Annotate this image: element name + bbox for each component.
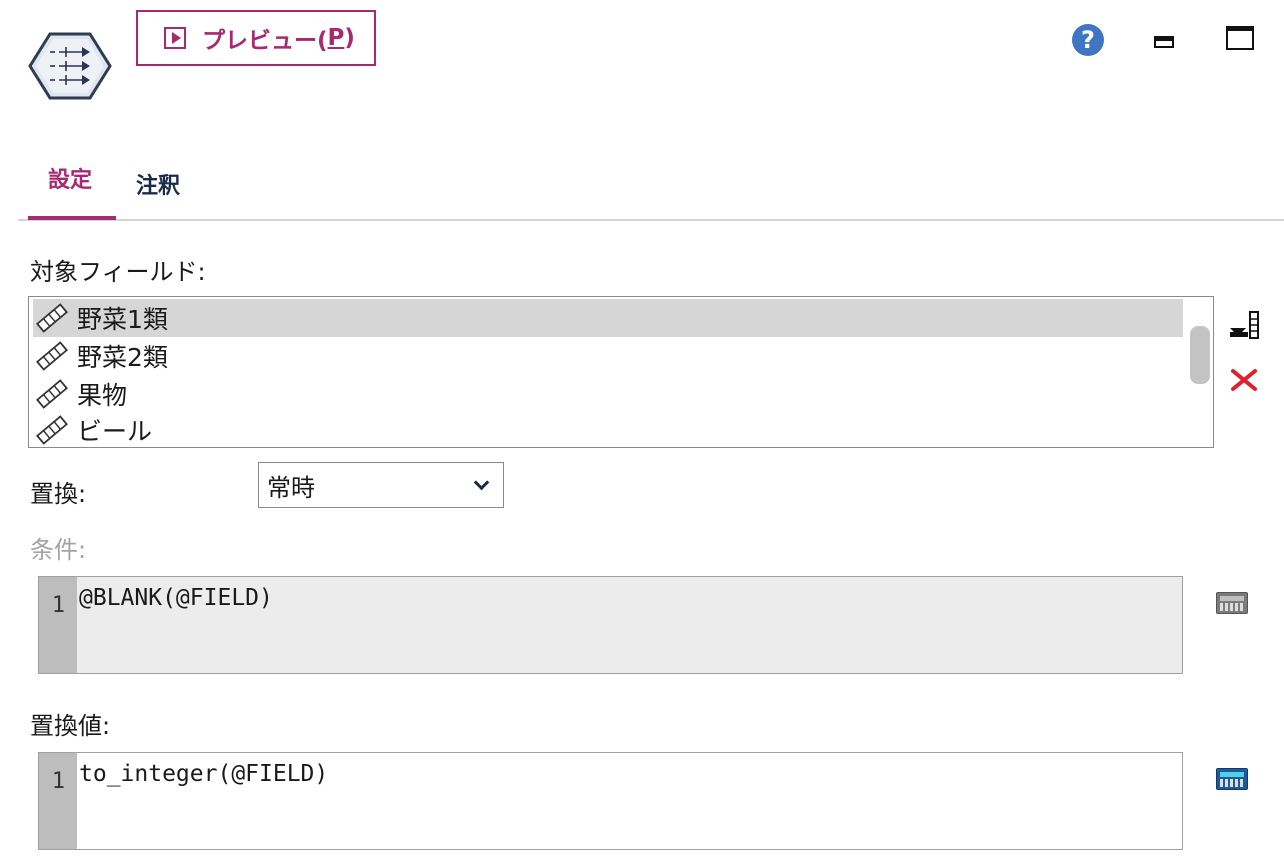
field-item[interactable]: 野菜1類 (33, 299, 1183, 337)
field-item[interactable]: ビール (33, 411, 1183, 447)
replace-label: 置換: (30, 480, 87, 508)
continuous-field-icon (36, 341, 68, 371)
minimize-icon[interactable] (1154, 36, 1174, 48)
field-name: 果物 (77, 381, 128, 410)
condition-label: 条件: (30, 536, 87, 564)
filler-node-icon (28, 30, 112, 102)
active-tab-indicator (28, 216, 116, 220)
replace-mode-select[interactable]: 常時 (258, 462, 504, 508)
tab-settings[interactable]: 設定 (48, 162, 92, 194)
tab-divider (18, 219, 1284, 221)
condition-editor[interactable]: 1 @BLANK(@FIELD) (38, 576, 1183, 674)
tab-annotation[interactable]: 注釈 (136, 168, 180, 200)
condition-code: @BLANK(@FIELD) (79, 585, 273, 611)
preview-mnemonic: P (327, 25, 345, 51)
replace-value-editor[interactable]: 1 to_integer(@FIELD) (38, 752, 1183, 850)
replace-value-label: 置換値: (30, 712, 111, 740)
help-glyph: ? (1081, 26, 1095, 54)
expression-builder-icon[interactable] (1216, 768, 1248, 790)
fields-label: 対象フィールド: (30, 258, 206, 286)
field-name: ビール (77, 417, 153, 446)
play-icon (164, 27, 186, 49)
replace-mode-value: 常時 (267, 473, 315, 502)
expression-builder-icon[interactable] (1216, 592, 1248, 614)
list-scrollbar[interactable] (1190, 326, 1210, 384)
chevron-down-icon (473, 474, 490, 491)
help-icon[interactable]: ? (1072, 24, 1104, 56)
line-number: 1 (39, 577, 77, 673)
preview-label-suffix: ) (344, 25, 355, 51)
preview-button[interactable]: プレビュー(P) (136, 10, 376, 66)
preview-label-prefix: プレビュー( (202, 28, 328, 54)
continuous-field-icon (36, 415, 68, 445)
field-item[interactable]: 果物 (33, 375, 1183, 413)
field-picker-icon[interactable] (1228, 310, 1260, 340)
field-name: 野菜1類 (77, 305, 168, 334)
delete-icon[interactable] (1230, 366, 1258, 394)
field-name: 野菜2類 (77, 343, 168, 372)
continuous-field-icon (36, 303, 68, 333)
field-item[interactable]: 野菜2類 (33, 337, 1183, 375)
maximize-icon[interactable] (1226, 26, 1254, 50)
field-list[interactable]: 野菜1類 野菜2類 果物 ビール (28, 296, 1214, 448)
replace-value-code: to_integer(@FIELD) (79, 761, 329, 787)
continuous-field-icon (36, 379, 68, 409)
line-number: 1 (39, 753, 77, 849)
